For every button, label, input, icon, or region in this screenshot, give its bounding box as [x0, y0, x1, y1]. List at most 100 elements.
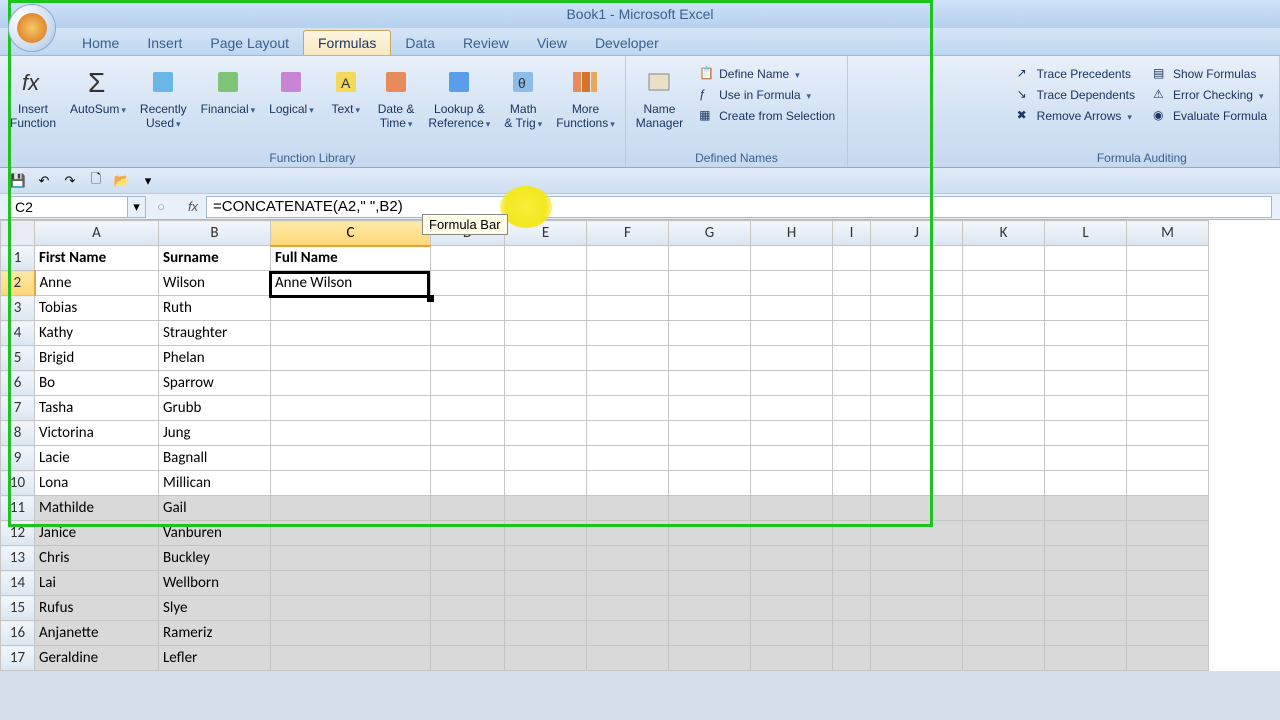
name-box[interactable]: C2	[8, 196, 128, 218]
cell[interactable]: Full Name	[271, 246, 431, 271]
cell[interactable]	[1045, 371, 1127, 396]
cell[interactable]	[505, 496, 587, 521]
cell[interactable]	[963, 621, 1045, 646]
cell[interactable]	[871, 496, 963, 521]
cell[interactable]	[833, 446, 871, 471]
cell[interactable]	[751, 296, 833, 321]
cell[interactable]	[271, 371, 431, 396]
cell[interactable]	[751, 421, 833, 446]
spreadsheet-grid[interactable]: ABCDEFGHIJKLM1First NameSurnameFull Name…	[0, 220, 1280, 671]
cell[interactable]	[587, 296, 669, 321]
cell[interactable]	[1127, 496, 1209, 521]
cell[interactable]	[271, 321, 431, 346]
row-header-4[interactable]: 4	[1, 321, 35, 346]
cell[interactable]	[669, 546, 751, 571]
cell[interactable]	[833, 471, 871, 496]
cell[interactable]: Anne Wilson	[271, 271, 431, 296]
cell[interactable]	[1045, 321, 1127, 346]
cell[interactable]	[587, 546, 669, 571]
tab-data[interactable]: Data	[391, 31, 449, 55]
cell[interactable]	[669, 396, 751, 421]
cell[interactable]: Kathy	[35, 321, 159, 346]
cell[interactable]	[963, 446, 1045, 471]
cell[interactable]: Lefler	[159, 646, 271, 671]
cell[interactable]	[871, 471, 963, 496]
trace-dependents-button[interactable]: ↘Trace Dependents	[1013, 85, 1139, 105]
cell[interactable]	[871, 421, 963, 446]
show-formulas-button[interactable]: ▤Show Formulas	[1149, 64, 1271, 84]
define-name-button[interactable]: 📋Define Name	[695, 64, 839, 84]
cell[interactable]	[669, 571, 751, 596]
row-header-5[interactable]: 5	[1, 346, 35, 371]
cell[interactable]	[871, 621, 963, 646]
cell[interactable]	[587, 271, 669, 296]
cell[interactable]: Gail	[159, 496, 271, 521]
cell[interactable]	[1045, 246, 1127, 271]
cell[interactable]	[431, 396, 505, 421]
cell[interactable]: Surname	[159, 246, 271, 271]
cell[interactable]	[751, 321, 833, 346]
fx-button[interactable]: fx	[180, 196, 206, 218]
cell[interactable]	[271, 546, 431, 571]
cell[interactable]	[1127, 396, 1209, 421]
cell[interactable]	[1045, 421, 1127, 446]
cell[interactable]	[505, 346, 587, 371]
cell[interactable]: Tasha	[35, 396, 159, 421]
cell[interactable]	[587, 646, 669, 671]
cell[interactable]	[1127, 321, 1209, 346]
cell[interactable]	[1127, 596, 1209, 621]
office-button[interactable]	[8, 4, 56, 52]
cell[interactable]	[871, 596, 963, 621]
cell[interactable]	[833, 371, 871, 396]
cell[interactable]	[751, 521, 833, 546]
cell[interactable]	[963, 271, 1045, 296]
cell[interactable]	[1045, 571, 1127, 596]
tab-formulas[interactable]: Formulas	[303, 30, 391, 55]
cell[interactable]	[271, 571, 431, 596]
row-header-15[interactable]: 15	[1, 596, 35, 621]
customize-qat-button[interactable]: ▾	[138, 171, 158, 191]
cell[interactable]: Anjanette	[35, 621, 159, 646]
cell[interactable]	[669, 321, 751, 346]
cell[interactable]	[751, 571, 833, 596]
cell[interactable]	[1127, 371, 1209, 396]
column-header-I[interactable]: I	[833, 221, 871, 246]
column-header-J[interactable]: J	[871, 221, 963, 246]
cell[interactable]	[505, 621, 587, 646]
cell[interactable]: Geraldine	[35, 646, 159, 671]
cell[interactable]	[833, 646, 871, 671]
cell[interactable]: Tobias	[35, 296, 159, 321]
cell[interactable]	[833, 571, 871, 596]
row-header-10[interactable]: 10	[1, 471, 35, 496]
cell[interactable]	[431, 296, 505, 321]
cell[interactable]	[871, 446, 963, 471]
insert-function-button[interactable]: fx Insert Function	[4, 62, 62, 133]
cell[interactable]	[1127, 421, 1209, 446]
cell[interactable]	[963, 496, 1045, 521]
cell[interactable]	[833, 271, 871, 296]
cell[interactable]	[587, 321, 669, 346]
column-header-A[interactable]: A	[35, 221, 159, 246]
cell[interactable]	[431, 271, 505, 296]
cell[interactable]	[587, 571, 669, 596]
undo-button[interactable]: ↶	[34, 171, 54, 191]
cell[interactable]: Bagnall	[159, 446, 271, 471]
cell[interactable]	[669, 471, 751, 496]
redo-button[interactable]: ↷	[60, 171, 80, 191]
cell[interactable]	[271, 421, 431, 446]
cell[interactable]: Jung	[159, 421, 271, 446]
name-manager-button[interactable]: Name Manager	[630, 62, 689, 133]
cell[interactable]	[505, 421, 587, 446]
cell[interactable]: Straughter	[159, 321, 271, 346]
cell[interactable]	[751, 446, 833, 471]
cell[interactable]: First Name	[35, 246, 159, 271]
cell[interactable]	[1127, 521, 1209, 546]
cell[interactable]	[669, 596, 751, 621]
cell[interactable]	[1127, 546, 1209, 571]
cell[interactable]	[271, 346, 431, 371]
cell[interactable]	[431, 246, 505, 271]
cell[interactable]	[871, 296, 963, 321]
cell[interactable]	[833, 346, 871, 371]
cell[interactable]: Mathilde	[35, 496, 159, 521]
cell[interactable]	[587, 446, 669, 471]
